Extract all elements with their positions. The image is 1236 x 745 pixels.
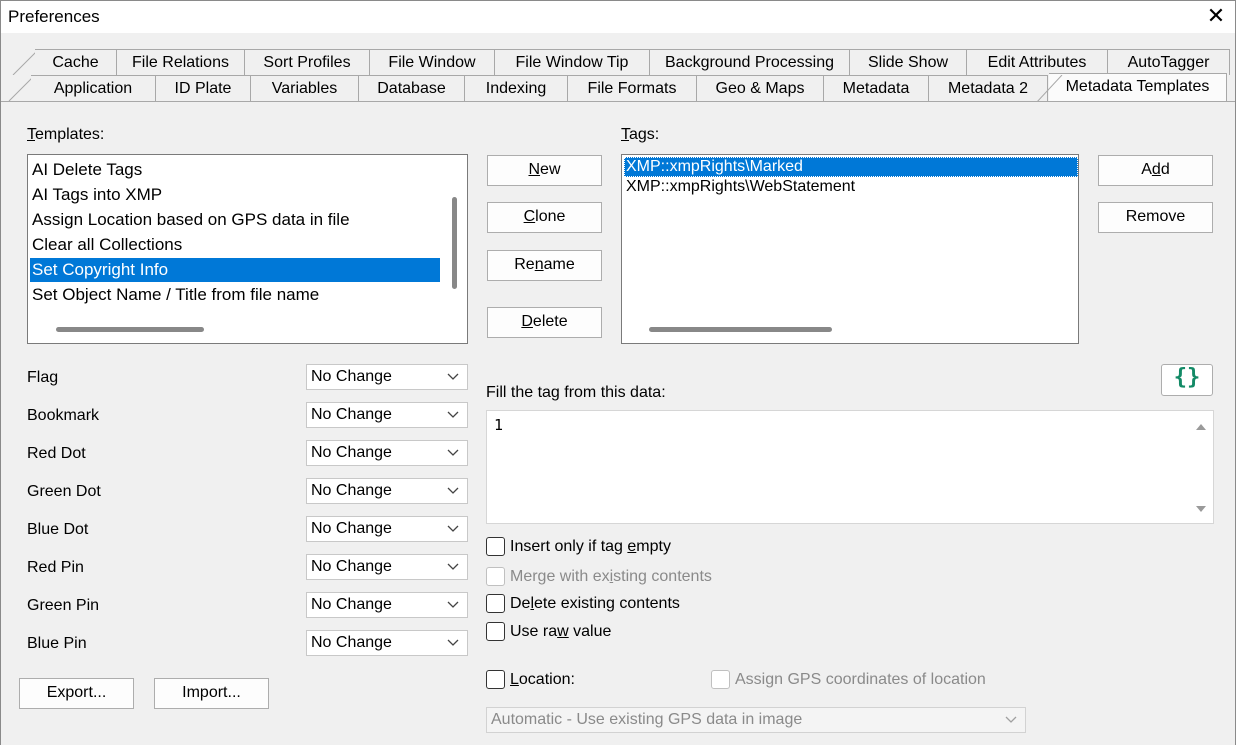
location-mode-select[interactable]: Automatic - Use existing GPS data in ima… [486,707,1026,733]
templates-horizontal-scrollbar[interactable] [56,327,204,332]
tab-file-formats[interactable]: File Formats [567,75,697,101]
tab-row-1: Cache File Relations Sort Profiles File … [1,49,1236,75]
merge-checkbox[interactable] [486,567,505,586]
tab-cache[interactable]: Cache [35,49,117,75]
assign-gps-label: Assign GPS coordinates of location [735,671,986,688]
tab-metadata-templates[interactable]: Metadata Templates [1049,73,1227,101]
blue-pin-select[interactable]: No Change [306,630,468,656]
clone-button[interactable]: Clone [487,202,602,233]
preferences-window: Preferences ✕ Cache File Relations Sort … [0,0,1236,745]
scroll-down-icon[interactable] [1195,505,1207,515]
fill-data-textarea[interactable]: 1 [486,410,1214,524]
chevron-down-icon [447,449,459,456]
tag-item-selected[interactable]: XMP::xmpRights\Marked [624,157,1078,177]
green-dot-label: Green Dot [27,483,101,500]
blue-pin-label: Blue Pin [27,635,87,652]
use-raw-label: Use raw value [510,623,612,640]
scroll-up-icon[interactable] [1195,421,1207,431]
location-label: Location: [510,671,575,688]
tab-edit-attributes[interactable]: Edit Attributes [966,49,1108,75]
tab-file-window[interactable]: File Window [369,49,495,75]
close-icon[interactable]: ✕ [1205,4,1227,28]
new-button[interactable]: New [487,155,602,186]
tag-item[interactable]: XMP::xmpRights\WebStatement [624,177,1078,197]
insert-only-checkbox[interactable] [486,537,505,556]
tags-horizontal-scrollbar[interactable] [649,327,832,332]
tab-background-processing[interactable]: Background Processing [649,49,850,75]
list-item[interactable]: Set Object Name / Title from file name [30,283,440,307]
list-item[interactable]: AI Tags into XMP [30,183,440,207]
title-bar: Preferences ✕ [1,1,1235,33]
import-button[interactable]: Import... [154,678,269,709]
red-pin-select[interactable]: No Change [306,554,468,580]
chevron-down-icon [447,601,459,608]
tab-geo-maps[interactable]: Geo & Maps [696,75,824,101]
list-item[interactable]: AI Delete Tags [30,158,440,182]
chevron-down-icon [447,563,459,570]
chevron-down-icon [447,487,459,494]
export-button[interactable]: Export... [19,678,134,709]
location-checkbox[interactable] [486,670,505,689]
remove-tag-button[interactable]: Remove [1098,202,1213,233]
fill-tag-label: Fill the tag from this data: [486,384,666,401]
tags-label: Tags: [621,126,660,143]
red-dot-label: Red Dot [27,445,86,462]
red-pin-label: Red Pin [27,559,84,576]
add-tag-button[interactable]: Add [1098,155,1213,186]
use-raw-checkbox[interactable] [486,622,505,641]
flag-label: Flag [27,369,59,386]
insert-only-label: Insert only if tag empty [510,538,671,555]
templates-list[interactable]: AI Delete Tags AI Tags into XMP Assign L… [27,154,468,344]
tab-application[interactable]: Application [31,75,156,101]
templates-label: Templates: [27,126,105,143]
templates-vertical-scrollbar[interactable] [452,197,457,289]
delete-existing-label: Delete existing contents [510,595,680,612]
tab-metadata-2[interactable]: Metadata 2 [928,75,1048,101]
blue-dot-select[interactable]: No Change [306,516,468,542]
fill-data-value: 1 [494,416,504,434]
chevron-down-icon [447,411,459,418]
tab-slide-show[interactable]: Slide Show [849,49,967,75]
tab-sort-profiles[interactable]: Sort Profiles [244,49,370,75]
chevron-down-icon [447,639,459,646]
delete-button[interactable]: Delete [487,307,602,338]
flag-select[interactable]: No Change [306,364,468,390]
tab-autotagger[interactable]: AutoTagger [1107,49,1230,75]
tab-metadata[interactable]: Metadata [823,75,929,101]
tab-indexing[interactable]: Indexing [464,75,568,101]
red-dot-select[interactable]: No Change [306,440,468,466]
tab-id-plate[interactable]: ID Plate [155,75,251,101]
window-title: Preferences [8,7,100,26]
tab-file-relations[interactable]: File Relations [116,49,245,75]
tab-file-window-tip[interactable]: File Window Tip [494,49,650,75]
variables-braces-button[interactable]: {} [1161,364,1213,396]
assign-gps-checkbox[interactable] [711,670,730,689]
chevron-down-icon [447,525,459,532]
tags-list[interactable]: XMP::xmpRights\Marked XMP::xmpRights\Web… [621,154,1079,344]
tab-database[interactable]: Database [358,75,465,101]
bookmark-label: Bookmark [27,407,100,424]
tab-row-2: Application ID Plate Variables Database … [1,73,1236,101]
rename-button[interactable]: Rename [487,250,602,281]
chevron-down-icon [447,373,459,380]
merge-label: Merge with existing contents [510,568,712,585]
list-item-selected[interactable]: Set Copyright Info [30,258,440,282]
green-pin-label: Green Pin [27,597,100,614]
delete-existing-checkbox[interactable] [486,594,505,613]
chevron-down-icon [1005,716,1017,723]
metadata-templates-panel: Templates: AI Delete Tags AI Tags into X… [1,101,1235,745]
tab-variables[interactable]: Variables [250,75,359,101]
blue-dot-label: Blue Dot [27,521,89,538]
bookmark-select[interactable]: No Change [306,402,468,428]
list-item[interactable]: Clear all Collections [30,233,440,257]
green-pin-select[interactable]: No Change [306,592,468,618]
active-tab-edge [1037,75,1063,101]
list-item[interactable]: Assign Location based on GPS data in fil… [30,208,440,232]
green-dot-select[interactable]: No Change [306,478,468,504]
